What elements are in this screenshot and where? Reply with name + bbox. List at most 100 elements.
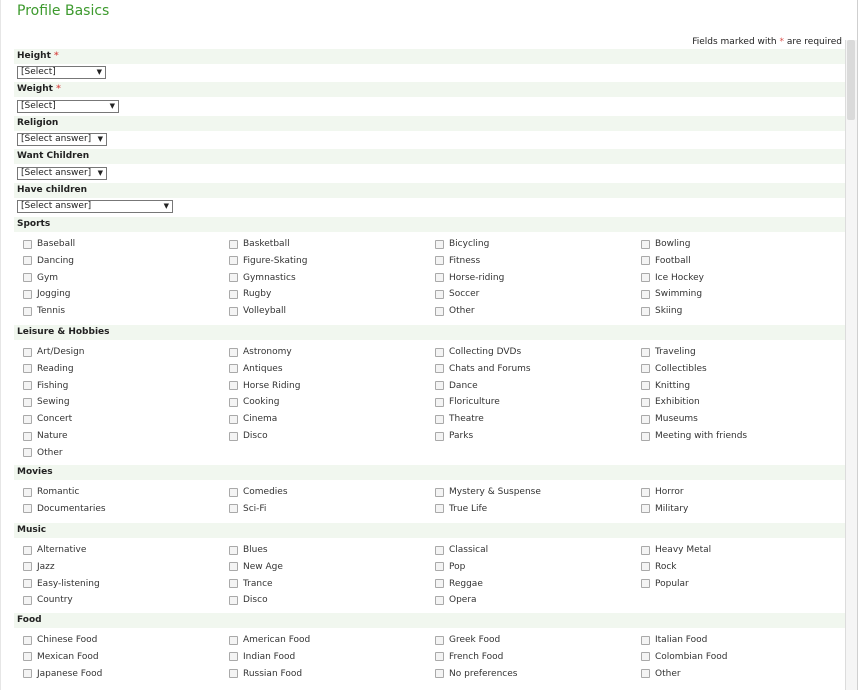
checkbox-icon[interactable] — [23, 635, 32, 645]
checkbox-icon[interactable] — [23, 306, 32, 316]
checkbox-music-alternative[interactable]: Alternative — [23, 543, 86, 557]
checkbox-music-blues[interactable]: Blues — [229, 543, 268, 557]
checkbox-icon[interactable] — [435, 381, 444, 391]
checkbox-food-colombian-food[interactable]: Colombian Food — [641, 650, 727, 664]
checkbox-icon[interactable] — [435, 256, 444, 266]
checkbox-food-no-preferences[interactable]: No preferences — [435, 667, 517, 681]
checkbox-sports-tennis[interactable]: Tennis — [23, 304, 65, 318]
checkbox-icon[interactable] — [641, 635, 650, 645]
checkbox-icon[interactable] — [641, 239, 650, 249]
checkbox-food-greek-food[interactable]: Greek Food — [435, 633, 500, 647]
checkbox-icon[interactable] — [641, 256, 650, 266]
checkbox-icon[interactable] — [229, 562, 238, 572]
checkbox-icon[interactable] — [23, 487, 32, 497]
checkbox-icon[interactable] — [229, 487, 238, 497]
checkbox-leisure-and-hobbies-cinema[interactable]: Cinema — [229, 412, 277, 426]
checkbox-icon[interactable] — [641, 562, 650, 572]
checkbox-icon[interactable] — [435, 347, 444, 357]
checkbox-icon[interactable] — [641, 545, 650, 555]
checkbox-food-japanese-food[interactable]: Japanese Food — [23, 667, 102, 681]
checkbox-icon[interactable] — [23, 273, 32, 283]
checkbox-icon[interactable] — [435, 273, 444, 283]
checkbox-icon[interactable] — [435, 397, 444, 407]
checkbox-movies-mystery-and-suspense[interactable]: Mystery & Suspense — [435, 485, 541, 499]
checkbox-icon[interactable] — [229, 504, 238, 514]
checkbox-leisure-and-hobbies-horse-riding[interactable]: Horse Riding — [229, 379, 300, 393]
checkbox-leisure-and-hobbies-collecting-dvds[interactable]: Collecting DVDs — [435, 345, 521, 359]
checkbox-icon[interactable] — [435, 545, 444, 555]
checkbox-food-french-food[interactable]: French Food — [435, 650, 503, 664]
checkbox-sports-bowling[interactable]: Bowling — [641, 237, 690, 251]
checkbox-sports-football[interactable]: Football — [641, 254, 691, 268]
checkbox-leisure-and-hobbies-reading[interactable]: Reading — [23, 362, 74, 376]
checkbox-sports-volleyball[interactable]: Volleyball — [229, 304, 286, 318]
checkbox-icon[interactable] — [229, 669, 238, 679]
checkbox-leisure-and-hobbies-chats-and-forums[interactable]: Chats and Forums — [435, 362, 531, 376]
checkbox-sports-soccer[interactable]: Soccer — [435, 287, 479, 301]
checkbox-icon[interactable] — [23, 562, 32, 572]
checkbox-icon[interactable] — [23, 364, 32, 374]
checkbox-music-trance[interactable]: Trance — [229, 577, 273, 591]
checkbox-music-rock[interactable]: Rock — [641, 560, 677, 574]
checkbox-music-heavy-metal[interactable]: Heavy Metal — [641, 543, 711, 557]
checkbox-icon[interactable] — [229, 239, 238, 249]
checkbox-icon[interactable] — [229, 545, 238, 555]
checkbox-music-reggae[interactable]: Reggae — [435, 577, 483, 591]
checkbox-icon[interactable] — [435, 364, 444, 374]
checkbox-icon[interactable] — [229, 256, 238, 266]
checkbox-food-italian-food[interactable]: Italian Food — [641, 633, 707, 647]
checkbox-icon[interactable] — [641, 273, 650, 283]
checkbox-movies-romantic[interactable]: Romantic — [23, 485, 79, 499]
height-select[interactable]: [Select] ▼ — [17, 66, 106, 79]
checkbox-sports-rugby[interactable]: Rugby — [229, 287, 271, 301]
checkbox-leisure-and-hobbies-fishing[interactable]: Fishing — [23, 379, 68, 393]
checkbox-icon[interactable] — [435, 595, 444, 605]
checkbox-icon[interactable] — [435, 669, 444, 679]
checkbox-icon[interactable] — [23, 431, 32, 441]
checkbox-sports-gymnastics[interactable]: Gymnastics — [229, 271, 296, 285]
checkbox-sports-jogging[interactable]: Jogging — [23, 287, 71, 301]
checkbox-food-chinese-food[interactable]: Chinese Food — [23, 633, 97, 647]
checkbox-icon[interactable] — [23, 414, 32, 424]
checkbox-movies-sci-fi[interactable]: Sci-Fi — [229, 502, 266, 516]
checkbox-icon[interactable] — [23, 652, 32, 662]
checkbox-movies-true-life[interactable]: True Life — [435, 502, 487, 516]
checkbox-icon[interactable] — [23, 397, 32, 407]
checkbox-leisure-and-hobbies-meeting-with-friends[interactable]: Meeting with friends — [641, 429, 747, 443]
checkbox-music-opera[interactable]: Opera — [435, 593, 477, 607]
checkbox-leisure-and-hobbies-art-design[interactable]: Art/Design — [23, 345, 85, 359]
checkbox-food-russian-food[interactable]: Russian Food — [229, 667, 302, 681]
checkbox-sports-bicycling[interactable]: Bicycling — [435, 237, 489, 251]
checkbox-icon[interactable] — [229, 579, 238, 589]
checkbox-sports-skiing[interactable]: Skiing — [641, 304, 682, 318]
checkbox-music-easy-listening[interactable]: Easy-listening — [23, 577, 100, 591]
checkbox-icon[interactable] — [435, 487, 444, 497]
checkbox-leisure-and-hobbies-floriculture[interactable]: Floriculture — [435, 395, 500, 409]
checkbox-icon[interactable] — [641, 381, 650, 391]
checkbox-leisure-and-hobbies-traveling[interactable]: Traveling — [641, 345, 696, 359]
checkbox-icon[interactable] — [435, 414, 444, 424]
checkbox-music-disco[interactable]: Disco — [229, 593, 268, 607]
checkbox-food-mexican-food[interactable]: Mexican Food — [23, 650, 99, 664]
checkbox-sports-gym[interactable]: Gym — [23, 271, 58, 285]
checkbox-icon[interactable] — [435, 652, 444, 662]
checkbox-icon[interactable] — [641, 652, 650, 662]
checkbox-sports-fitness[interactable]: Fitness — [435, 254, 480, 268]
checkbox-icon[interactable] — [23, 347, 32, 357]
checkbox-sports-ice-hockey[interactable]: Ice Hockey — [641, 271, 704, 285]
weight-select[interactable]: [Select] ▼ — [17, 100, 119, 113]
checkbox-icon[interactable] — [641, 347, 650, 357]
checkbox-leisure-and-hobbies-antiques[interactable]: Antiques — [229, 362, 283, 376]
checkbox-leisure-and-hobbies-sewing[interactable]: Sewing — [23, 395, 70, 409]
checkbox-icon[interactable] — [435, 579, 444, 589]
checkbox-icon[interactable] — [229, 306, 238, 316]
checkbox-food-american-food[interactable]: American Food — [229, 633, 310, 647]
checkbox-sports-figure-skating[interactable]: Figure-Skating — [229, 254, 307, 268]
checkbox-leisure-and-hobbies-astronomy[interactable]: Astronomy — [229, 345, 292, 359]
checkbox-sports-baseball[interactable]: Baseball — [23, 237, 75, 251]
checkbox-icon[interactable] — [641, 504, 650, 514]
checkbox-icon[interactable] — [23, 289, 32, 299]
checkbox-icon[interactable] — [229, 635, 238, 645]
checkbox-icon[interactable] — [23, 504, 32, 514]
checkbox-leisure-and-hobbies-other[interactable]: Other — [23, 446, 63, 460]
